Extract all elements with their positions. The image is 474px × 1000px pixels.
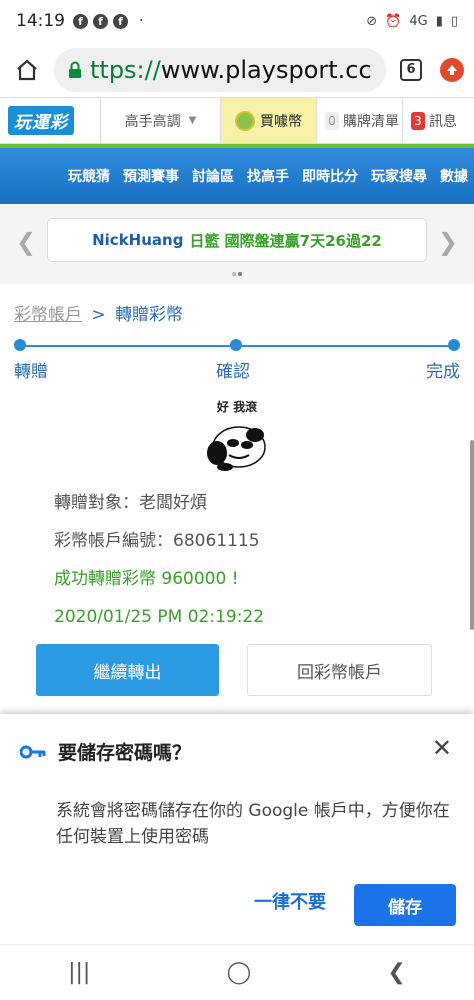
home-icon[interactable] — [10, 53, 44, 87]
facebook-notification-icon: f — [113, 13, 128, 29]
cart-link[interactable]: 0 購牌清單 — [316, 98, 402, 143]
tab-switcher-button[interactable]: 6 — [400, 58, 422, 81]
expert-menu-dropdown[interactable]: 高手高調 ▼ — [100, 98, 220, 143]
facebook-notification-icon: f — [73, 13, 88, 29]
step-confirm: 確認 — [216, 339, 250, 382]
cart-label: 購牌清單 — [343, 113, 399, 130]
messages-link[interactable]: 3 訊息 — [402, 98, 474, 143]
site-header: 玩運彩 高手高調 ▼ 買噱幣 0 購牌清單 3 訊息 — [0, 98, 474, 144]
back-icon[interactable]: ❮ — [387, 960, 405, 985]
continue-transfer-button[interactable]: 繼續轉出 — [36, 644, 219, 696]
breadcrumb-root-link[interactable]: 彩幣帳戶 — [14, 305, 82, 325]
nav-item-player-search[interactable]: 玩家搜尋 — [371, 166, 427, 186]
nav-item-live-score[interactable]: 即時比分 — [302, 166, 358, 186]
step-dot — [230, 339, 242, 351]
main-nav: 玩競猜 預測賽事 討論區 找高手 即時比分 玩家搜尋 數據 — [0, 148, 474, 204]
cart-count-badge: 0 — [325, 111, 339, 130]
carousel-indicator — [232, 272, 242, 276]
chevron-left-icon[interactable]: ❮ — [16, 228, 36, 256]
nav-item-predict[interactable]: 玩競猜 — [68, 166, 110, 186]
messages-count-badge: 3 — [411, 111, 425, 130]
promo-banner[interactable]: NickHuang 日籃 國際盤連贏7天26過22 — [47, 218, 427, 262]
chevron-right-icon[interactable]: ❯ — [438, 228, 458, 256]
update-arrow-icon[interactable] — [440, 57, 464, 82]
more-notifications-dot: · — [139, 13, 144, 29]
breadcrumb-separator: > — [91, 305, 106, 325]
dialog-header: 要儲存密碼嗎？ — [20, 738, 191, 765]
step-label: 轉贈 — [14, 362, 48, 382]
dialog-body: 系統會將密碼儲存在你的 Google 帳戶中，方便你在任何裝置上使用密碼 — [56, 801, 450, 847]
url-text: ttps://www.playsport.cc — [90, 56, 372, 84]
lock-icon — [69, 61, 81, 78]
banner-user: NickHuang — [92, 231, 184, 249]
nav-item-data[interactable]: 數據 — [440, 166, 468, 186]
status-icons: ⊘ ⏰ 4G ▮ ▯ — [366, 14, 458, 29]
step-dot — [448, 339, 460, 351]
save-password-dialog: 要儲存密碼嗎？ ✕ 系統會將密碼儲存在你的 Google 帳戶中，方便你在任何裝… — [0, 714, 474, 944]
step-transfer: 轉贈 — [14, 339, 48, 382]
nav-item-forum[interactable]: 討論區 — [192, 166, 234, 186]
home-button-icon[interactable]: ◯ — [227, 960, 252, 985]
coin-icon — [235, 110, 255, 131]
alarm-icon: ⏰ — [385, 13, 402, 29]
scrollbar[interactable] — [470, 440, 474, 630]
status-time: 14:19 — [16, 11, 65, 31]
status-bar: 14:19 f f f · ⊘ ⏰ 4G ▮ ▯ — [0, 0, 474, 42]
transfer-result: 轉贈對象：老闆好煩 彩幣帳戶編號：68061115 成功轉贈彩幣 960000 … — [0, 484, 474, 636]
save-password-button[interactable]: 儲存 — [354, 884, 456, 926]
dialog-title: 要儲存密碼嗎？ — [58, 742, 192, 764]
progress-steps: 轉贈 確認 完成 — [14, 336, 460, 394]
network-label: 4G — [409, 13, 428, 29]
messages-label: 訊息 — [429, 113, 457, 130]
mute-icon: ⊘ — [366, 13, 378, 29]
buy-coins-button[interactable]: 買噱幣 — [220, 98, 316, 143]
url-scheme: ttps:// — [90, 55, 161, 84]
expert-menu-label: 高手高調 — [124, 113, 181, 130]
account-number: 彩幣帳戶編號：68061115 — [54, 531, 260, 551]
step-dot — [14, 339, 26, 351]
browser-toolbar: ttps://www.playsport.cc 6 — [0, 42, 474, 98]
success-message: 成功轉贈彩幣 960000 ! — [54, 569, 239, 589]
panda-meme-sticker: 好 我滾 — [205, 398, 269, 474]
transfer-target: 轉贈對象：老闆好煩 — [54, 493, 207, 513]
facebook-notification-icon: f — [93, 13, 108, 29]
banner-text: 日籃 國際盤連贏7天26過22 — [189, 231, 382, 250]
promo-carousel: ❮ NickHuang 日籃 國際盤連贏7天26過22 ❯ — [0, 204, 474, 284]
buy-coins-label: 買噱幣 — [260, 113, 302, 130]
url-domain: www.playsport.cc — [160, 55, 372, 84]
step-label: 確認 — [216, 362, 250, 382]
breadcrumb: 彩幣帳戶 > 轉贈彩幣 — [0, 284, 474, 336]
system-navigation-bar: ||| ◯ ❮ — [0, 944, 474, 1000]
close-icon[interactable]: ✕ — [432, 734, 452, 762]
step-complete: 完成 — [426, 339, 460, 382]
caret-down-icon: ▼ — [188, 115, 197, 126]
transfer-timestamp: 2020/01/25 PM 02:19:22 — [54, 607, 265, 627]
address-bar[interactable]: ttps://www.playsport.cc — [54, 47, 386, 92]
battery-icon: ▯ — [450, 13, 458, 29]
key-icon — [20, 745, 46, 758]
nav-item-experts[interactable]: 找高手 — [247, 166, 289, 186]
panda-face-icon — [207, 426, 266, 471]
nav-item-forecast[interactable]: 預測賽事 — [123, 166, 179, 186]
signal-icon: ▮ — [435, 13, 443, 29]
never-save-button[interactable]: 一律不要 — [254, 888, 326, 914]
step-label: 完成 — [426, 362, 460, 382]
recent-apps-icon[interactable]: ||| — [68, 960, 90, 985]
back-to-account-button[interactable]: 回彩幣帳戶 — [247, 644, 432, 696]
action-buttons: 繼續轉出 回彩幣帳戶 — [0, 644, 474, 696]
sticker-caption: 好 我滾 — [216, 400, 258, 414]
logo-text: 玩運彩 — [8, 106, 74, 135]
site-logo[interactable]: 玩運彩 — [0, 98, 100, 143]
breadcrumb-current: 轉贈彩幣 — [115, 305, 184, 325]
